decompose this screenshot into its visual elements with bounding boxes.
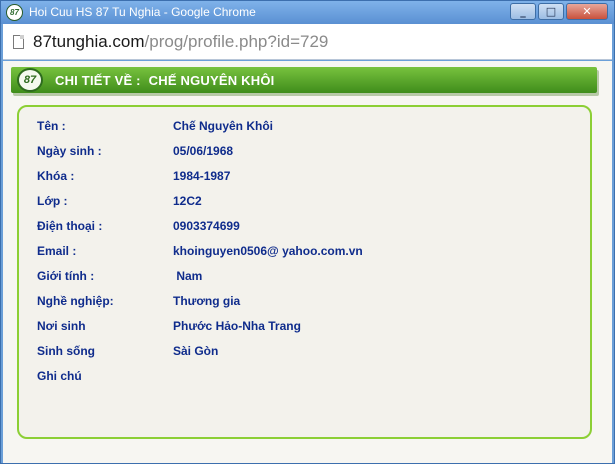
maximize-button[interactable]: □ bbox=[538, 3, 564, 20]
title-bar[interactable]: 87 Hoi Cuu HS 87 Tu Nghia - Google Chrom… bbox=[1, 1, 614, 24]
site-logo: 87 bbox=[17, 68, 43, 92]
field-label: Giới tính : bbox=[37, 269, 95, 283]
profile-header-title: CHI TIẾT VỀ : CHẾ NGUYÊN KHÔI bbox=[55, 73, 274, 88]
page-icon bbox=[13, 35, 24, 49]
field-value: Nam bbox=[173, 269, 203, 283]
minimize-button[interactable]: _ bbox=[510, 3, 536, 20]
field-label: Điện thoại : bbox=[37, 219, 103, 233]
field-label: Nghề nghiệp: bbox=[37, 294, 114, 308]
window-title: Hoi Cuu HS 87 Tu Nghia - Google Chrome bbox=[29, 5, 256, 19]
email-link[interactable]: khoinguyen0506@ yahoo.com.vn bbox=[173, 244, 363, 258]
field-label: Khóa : bbox=[37, 169, 75, 183]
field-value: 05/06/1968 bbox=[173, 144, 234, 158]
field-value: 1984-1987 bbox=[173, 169, 231, 183]
url-host: 87tunghia.com bbox=[33, 32, 145, 51]
field-label: Email : bbox=[37, 244, 77, 258]
field-value: 12C2 bbox=[173, 194, 202, 208]
profile-header: 87 CHI TIẾT VỀ : CHẾ NGUYÊN KHÔI bbox=[11, 67, 597, 93]
field-value: Chế Nguyên Khôi bbox=[173, 119, 274, 133]
field-label: Nơi sinh bbox=[37, 319, 86, 333]
field-value: 0903374699 bbox=[173, 219, 240, 233]
url-text[interactable]: 87tunghia.com/prog/profile.php?id=729 bbox=[33, 32, 328, 52]
app-icon: 87 bbox=[6, 4, 23, 21]
field-label: Ghi chú bbox=[37, 369, 82, 383]
field-label: Sinh sống bbox=[37, 344, 95, 358]
field-value: Sài Gòn bbox=[173, 344, 219, 358]
field-label: Ngày sinh : bbox=[37, 144, 102, 158]
window-controls: _ □ ✕ bbox=[510, 3, 608, 20]
field-label: Tên : bbox=[37, 119, 66, 133]
field-label: Lớp : bbox=[37, 194, 68, 208]
header-prefix: CHI TIẾT VỀ : bbox=[55, 73, 141, 88]
profile-panel: Tên : Chế Nguyên Khôi Ngày sinh : 05/06/… bbox=[17, 105, 592, 439]
header-name: CHẾ NGUYÊN KHÔI bbox=[148, 73, 275, 88]
browser-window: 87 Hoi Cuu HS 87 Tu Nghia - Google Chrom… bbox=[0, 0, 615, 464]
page-content: 87 CHI TIẾT VỀ : CHẾ NGUYÊN KHÔI Tên : Ch… bbox=[3, 61, 612, 463]
address-bar[interactable]: 87tunghia.com/prog/profile.php?id=729 bbox=[3, 24, 612, 60]
url-path: /prog/profile.php?id=729 bbox=[144, 32, 329, 51]
field-value: Phước Hảo-Nha Trang bbox=[173, 319, 301, 333]
field-value: Thương gia bbox=[173, 294, 241, 308]
close-button[interactable]: ✕ bbox=[566, 3, 608, 20]
